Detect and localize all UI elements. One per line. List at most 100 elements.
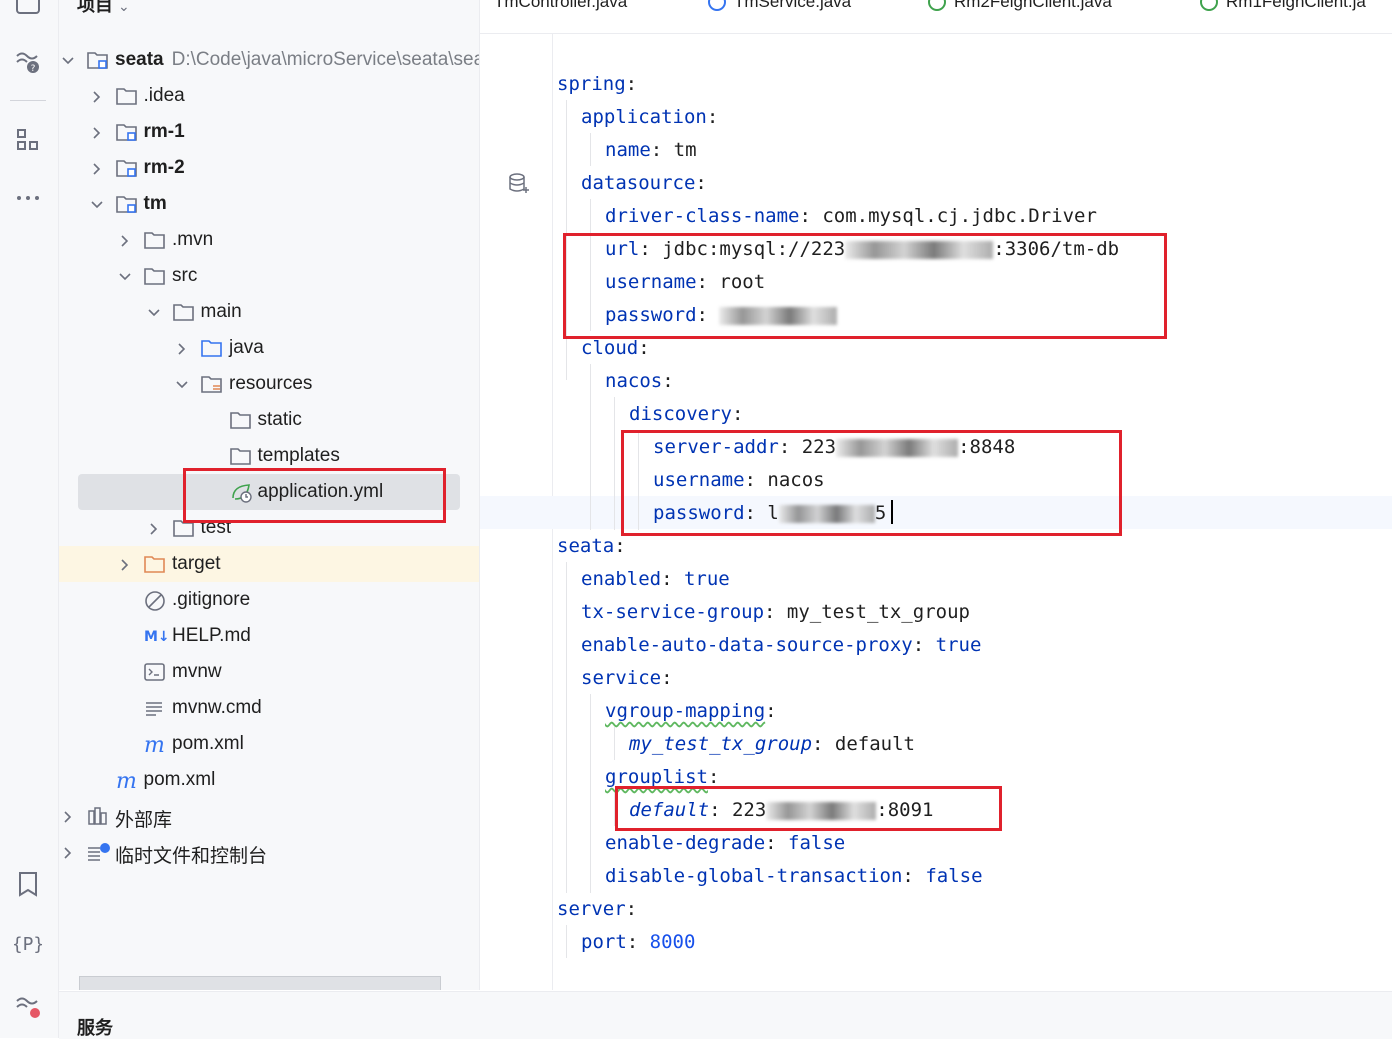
code-line: tx-service-group: my_test_tx_group <box>581 601 970 623</box>
gitignore-icon <box>144 590 166 611</box>
svg-text:?: ? <box>31 64 36 74</box>
shell-script-icon <box>144 662 166 682</box>
code-line: application: <box>581 106 719 128</box>
interface-icon <box>928 0 946 11</box>
tab-tmcontroller[interactable]: TmController.java <box>494 0 627 12</box>
tree-item-resources[interactable]: resources <box>59 366 479 402</box>
chevron-down-icon[interactable] <box>175 376 189 390</box>
code-line: enable-auto-data-source-proxy: true <box>581 634 982 656</box>
tree-item-rm-2[interactable]: rm-2 <box>59 150 479 186</box>
services-tool-icon[interactable] <box>14 992 42 1020</box>
services-title[interactable]: 服务 <box>77 1014 113 1040</box>
maven-icon: m <box>116 769 138 794</box>
tree-item-label: 外部库 <box>115 810 173 831</box>
tree-item-main[interactable]: main <box>59 294 479 330</box>
tree-item-rm-1[interactable]: rm-1 <box>59 114 479 150</box>
chevron-right-icon[interactable] <box>90 88 104 103</box>
tree-item-tm[interactable]: tm <box>59 186 479 222</box>
highlight-box <box>615 786 1002 831</box>
code-line: discovery: <box>629 403 744 425</box>
tree-item-pom-xml-tm[interactable]: m pom.xml <box>59 726 479 762</box>
tree-item-label: rm-1 <box>143 121 185 142</box>
tree-item-label: .idea <box>143 85 185 106</box>
chevron-right-icon[interactable] <box>90 160 104 175</box>
tree-item-label: rm-2 <box>143 157 185 178</box>
tab-rm2feignclient[interactable]: Rm2FeignClient.java <box>928 0 1112 12</box>
tab-label: TmService.java <box>734 0 852 11</box>
code-line: spring: <box>557 73 638 95</box>
chevron-right-icon[interactable] <box>118 556 132 571</box>
tree-item-label: HELP.md <box>172 625 251 646</box>
code-line: seata: <box>557 535 626 557</box>
markdown-icon: M↓ <box>144 626 170 646</box>
code-line: server: <box>557 898 638 920</box>
tree-item-static[interactable]: static <box>59 402 479 438</box>
more-icon[interactable] <box>14 184 42 212</box>
chevron-down-icon[interactable] <box>118 268 132 282</box>
library-icon <box>87 806 109 826</box>
code-line: enable-degrade: false <box>605 832 846 854</box>
tree-item-label: target <box>172 553 221 574</box>
chevron-right-icon[interactable] <box>175 340 189 355</box>
tree-item-mvnw-cmd[interactable]: mvnw.cmd <box>59 690 479 726</box>
tree-item-external-libs[interactable]: 外部库 <box>59 798 479 834</box>
tree-item-gitignore[interactable]: .gitignore <box>59 582 479 618</box>
code-line: enabled: true <box>581 568 730 590</box>
tree-item-pom-xml-root[interactable]: m pom.xml <box>59 762 479 798</box>
tree-item-seata[interactable]: seata D:\Code\java\microService\seata\sea <box>59 42 479 78</box>
tab-tmservice[interactable]: TmService.java <box>708 0 851 12</box>
structure-icon[interactable] <box>14 126 42 154</box>
chevron-down-icon[interactable] <box>90 196 104 210</box>
tab-label: TmController.java <box>494 0 628 11</box>
excluded-folder-icon <box>144 554 166 574</box>
code-line: datasource: <box>581 172 707 194</box>
tree-item-help-md[interactable]: M↓ HELP.md <box>59 618 479 654</box>
module-folder-icon <box>115 122 138 142</box>
tree-item-idea[interactable]: .idea <box>59 78 479 114</box>
code-line: nacos: <box>605 370 674 392</box>
endpoints-icon[interactable]: {P} <box>14 930 42 958</box>
folder-icon <box>144 266 166 286</box>
svg-text:m: m <box>144 734 165 756</box>
code-line: vgroup-mapping: <box>605 700 777 722</box>
module-folder-icon <box>87 50 109 70</box>
code-line: my_test_tx_group: default <box>629 733 915 755</box>
tree-item-label: seata D:\Code\java\microService\seata\sea <box>115 49 479 71</box>
tree-item-mvnw[interactable]: mvnw <box>59 654 479 690</box>
tree-item-label: main <box>200 301 242 322</box>
chevron-down-icon[interactable] <box>61 52 75 66</box>
chevron-right-icon[interactable] <box>61 844 75 859</box>
tree-item-src[interactable]: src <box>59 258 479 294</box>
module-folder-icon <box>115 158 138 178</box>
tree-item-mvn[interactable]: .mvn <box>59 222 479 258</box>
tree-item-label: src <box>172 265 198 286</box>
tree-item-label: .gitignore <box>172 589 251 610</box>
learn-help-icon[interactable]: ? <box>14 48 42 76</box>
svg-text:{P}: {P} <box>14 934 42 955</box>
tree-item-target[interactable]: target <box>59 546 479 582</box>
highlight-box <box>563 233 1167 339</box>
datasource-icon[interactable] <box>508 172 530 200</box>
chevron-right-icon[interactable] <box>90 124 104 139</box>
text-file-icon <box>144 698 166 718</box>
project-tool-icon[interactable] <box>14 0 42 18</box>
folder-icon <box>172 302 195 322</box>
chevron-down-icon[interactable] <box>147 304 161 318</box>
chevron-right-icon[interactable] <box>61 808 75 823</box>
chevron-right-icon[interactable] <box>147 520 161 535</box>
code-line: service: <box>581 667 673 689</box>
tree-item-scratches[interactable]: 临时文件和控制台 <box>59 834 479 870</box>
code-line: name: tm <box>605 139 697 161</box>
tree-item-java[interactable]: java <box>59 330 479 366</box>
chevron-right-icon[interactable] <box>118 232 132 247</box>
tool-window-strip: ? {P} <box>0 0 59 1038</box>
horizontal-scrollbar[interactable] <box>79 976 441 990</box>
tab-label: Rm1FeignClient.ja <box>1226 0 1366 11</box>
highlight-box <box>621 430 1122 536</box>
bookmark-icon[interactable] <box>14 870 42 898</box>
tree-item-label: templates <box>257 445 340 466</box>
panel-title[interactable]: 项目 ⌄ <box>77 0 130 17</box>
tab-label: Rm2FeignClient.java <box>954 0 1112 11</box>
module-folder-icon <box>115 194 138 214</box>
tab-rm1feignclient[interactable]: Rm1FeignClient.ja <box>1200 0 1366 12</box>
